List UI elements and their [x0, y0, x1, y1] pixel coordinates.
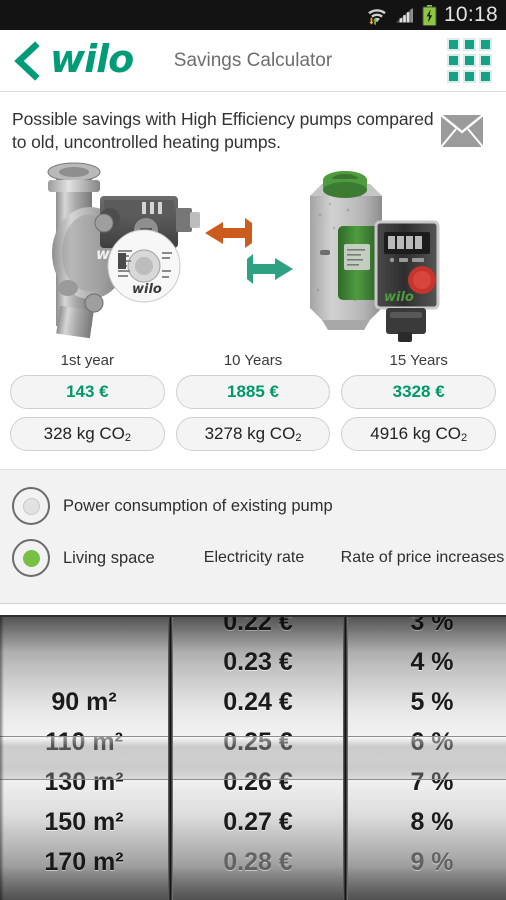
comparison-arrows [203, 216, 298, 293]
battery-charging-icon [422, 4, 437, 26]
arrow-left [205, 218, 252, 249]
spinner-item-label: 110 m² [45, 728, 123, 756]
old-pump-image: wilo wilo [38, 158, 228, 343]
spinner-item[interactable]: 8 % [348, 802, 506, 842]
spinner-item-selected[interactable]: 0.25 € [173, 722, 343, 762]
savings-results: 1st year 143 € 328 kg CO 2 10 Years 1885 … [0, 343, 506, 469]
savings-co2-pill[interactable]: 4916 kg CO 2 [341, 417, 497, 452]
spinner-item[interactable]: 3 % [348, 617, 506, 642]
svg-text:wilo: wilo [384, 290, 414, 305]
spinner-item-label: 150 m² [44, 808, 124, 836]
page-title: Savings Calculator [173, 49, 333, 71]
electricity-rate-spinner[interactable]: 0.22 € 0.23 € 0.24 € 0.25 € 0.26 € 0.27 … [173, 617, 343, 900]
spinner-item[interactable]: 0.26 € [173, 762, 343, 802]
spinner-item[interactable]: 4 % [348, 642, 506, 682]
value-spinners[interactable]: 90 m² 110 m² 130 m² 150 m² 170 m² 0.22 €… [0, 615, 506, 900]
spinner-item[interactable]: 5 % [348, 682, 506, 722]
co2-subscript: 2 [124, 432, 132, 445]
radio-label-living-space: Living space [63, 549, 155, 568]
spinner-item[interactable]: 0.28 € [173, 842, 343, 882]
header-electricity-rate: Electricity rate [203, 549, 305, 567]
app-bar: wilo Savings Calculator [0, 30, 506, 92]
savings-column: 1st year 143 € 328 kg CO 2 [10, 349, 165, 459]
spinner-headers: Living space Electricity rate Rate of pr… [0, 532, 506, 584]
spinner-item-label: 130 m² [44, 768, 124, 796]
spinner-item-label: 0.27 € [223, 808, 293, 836]
pump-comparison-illustration: wilo wilo [0, 158, 506, 343]
radio-button-living-space[interactable] [12, 539, 50, 578]
radio-option-power-consumption[interactable]: Power consumption of existing pump [0, 480, 506, 532]
savings-period-labels: 1st year 143 € 328 kg CO 2 10 Years 1885 … [10, 349, 497, 459]
wifi-icon [366, 5, 388, 25]
price-increase-spinner[interactable]: 3 % 4 % 5 % 6 % 7 % 8 % 9 % [348, 617, 506, 900]
signal-icon [395, 6, 415, 24]
savings-co2-value: 328 kg CO [43, 424, 125, 444]
spinner-item-label: 4 % [410, 648, 454, 676]
status-bar: 10:18 [0, 0, 506, 30]
app-grid-icon[interactable] [447, 38, 492, 83]
envelope-icon[interactable] [440, 114, 484, 148]
spinner-item-label: 0.22 € [223, 617, 293, 636]
period-label: 1st year [60, 352, 115, 370]
spinner-item-selected[interactable]: 6 % [348, 722, 506, 762]
spinner-item[interactable]: 150 m² [0, 802, 168, 842]
savings-column: 10 Years 1885 € 3278 kg CO 2 [175, 349, 331, 459]
period-label: 10 Years [223, 352, 283, 370]
radio-option-living-space[interactable]: Living space [0, 539, 169, 578]
spinner-item[interactable]: 7 % [348, 762, 506, 802]
spinner-item-label: 6 % [410, 728, 454, 756]
spinner-item-label: 0.23 € [223, 648, 293, 676]
living-space-spinner[interactable]: 90 m² 110 m² 130 m² 150 m² 170 m² [0, 617, 168, 900]
spinner-item[interactable] [0, 642, 168, 682]
spinner-item[interactable]: 170 m² [0, 842, 168, 882]
clock: 10:18 [443, 3, 498, 26]
period-label: 15 Years [389, 352, 448, 370]
intro-text: Possible savings with High Efficiency pu… [12, 109, 434, 153]
spinner-item-label: 5 % [410, 688, 454, 716]
savings-column: 15 Years 3328 € 4916 kg CO 2 [341, 349, 497, 459]
new-pump-image: wilo [300, 160, 450, 347]
savings-co2-pill[interactable]: 328 kg CO 2 [10, 417, 165, 452]
input-mode-options: Power consumption of existing pump Livin… [0, 469, 506, 605]
spinner-item[interactable]: 0.22 € [173, 617, 343, 642]
spinner-item-label: 0.24 € [223, 688, 293, 716]
spinner-item[interactable]: 110 m² [0, 722, 168, 762]
spinner-item[interactable]: 0.24 € [173, 682, 343, 722]
spinner-item-label: 8 % [410, 808, 454, 836]
spinner-item-label: 7 % [410, 768, 454, 796]
spinner-item[interactable]: 9 % [348, 842, 506, 882]
spinner-item-label: 0.28 € [223, 848, 293, 876]
spinner-item-label: 9 % [410, 848, 454, 876]
co2-subscript: 2 [295, 432, 302, 445]
spinner-item-label: 170 m² [44, 848, 124, 876]
spinner-item-label: 0.26 € [223, 768, 293, 796]
intro-block: Possible savings with High Efficiency pu… [0, 92, 506, 154]
spinner-item-label: 3 % [410, 617, 454, 636]
savings-money-pill[interactable]: 1885 € [175, 375, 331, 410]
spinner-item-selected[interactable]: 130 m² [0, 762, 168, 802]
savings-co2-value: 3278 kg CO [204, 424, 296, 444]
savings-money-pill[interactable]: 3328 € [341, 375, 497, 410]
savings-money-value: 143 € [66, 382, 109, 402]
savings-money-pill[interactable]: 143 € [10, 375, 165, 410]
spinner-item-label: 0.25 € [223, 728, 293, 756]
svg-text:wilo: wilo [132, 282, 162, 297]
radio-button-power-consumption[interactable] [12, 487, 50, 526]
arrow-right [247, 254, 293, 285]
spinner-edge [0, 617, 4, 900]
savings-money-value: 3328 € [392, 382, 445, 402]
savings-co2-value: 4916 kg CO [370, 424, 461, 444]
spinner-item[interactable]: 90 m² [0, 682, 168, 722]
spinner-item[interactable]: 0.27 € [173, 802, 343, 842]
spinner-item[interactable]: 0.23 € [173, 642, 343, 682]
radio-label-power-consumption: Power consumption of existing pump [63, 497, 333, 516]
spinner-item-label: 90 m² [51, 688, 117, 716]
header-price-increase: Rate of price increases [340, 549, 505, 567]
savings-money-value: 1885 € [227, 382, 279, 402]
co2-subscript: 2 [460, 432, 468, 445]
savings-co2-pill[interactable]: 3278 kg CO 2 [175, 417, 331, 452]
